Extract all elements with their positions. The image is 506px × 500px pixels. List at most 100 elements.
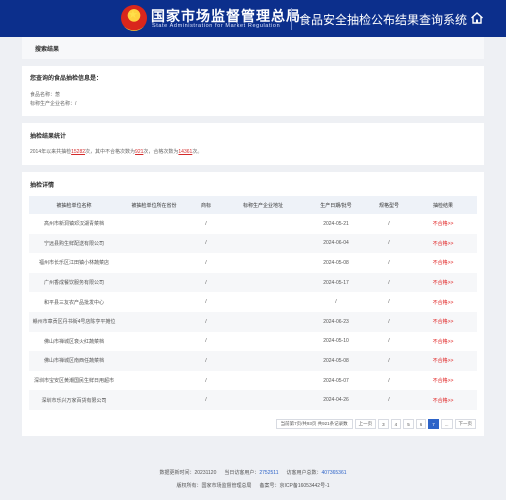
results-table: 被抽检单位名称 被抽检单位所在省份 商标 标称生产企业地址 生产日期/批号 规格型号 抽检结… [29, 196, 477, 410]
result-link[interactable]: 不合格>> [409, 292, 477, 312]
table-cell: / [388, 338, 390, 345]
table-row: 福州市长乐区江田镇小林蔬菜店 / 2024-05-08 / 不合格>> [29, 253, 477, 273]
table-cell: / [205, 220, 207, 227]
column-header: 被抽检单位所在省份 [131, 202, 177, 209]
table-cell: / [205, 299, 207, 306]
table-cell: 2024-05-21 [323, 220, 349, 227]
table-cell: 深圳市宝安区黄潮国民生鲜日用超市 [33, 378, 114, 385]
table-cell: / [205, 279, 207, 286]
table-cell [119, 234, 189, 254]
table-cell: / [335, 299, 337, 306]
today-visitors-value: 2752511 [259, 470, 279, 476]
prev-page-button[interactable]: 上一页 [354, 419, 377, 429]
table-header-row: 被抽检单位名称 被抽检单位所在省份 商标 标称生产企业地址 生产日期/批号 规格型号 抽检结… [29, 196, 477, 214]
page-button[interactable]: 7 [428, 419, 439, 429]
result-link[interactable]: 不合格>> [409, 312, 477, 332]
table-cell: / [388, 220, 390, 227]
result-link[interactable]: 不合格>> [409, 253, 477, 273]
table-cell: / [205, 397, 207, 404]
table-row: 广州香成餐饮服务有限公司 / 2024-05-17 / 不合格>> [29, 272, 477, 293]
system-title: 食品安全抽检公布结果查询系统 [299, 13, 468, 27]
table-cell: / [388, 357, 390, 364]
table-cell [119, 214, 189, 234]
table-cell [223, 371, 303, 391]
total-count[interactable]: 15282 [71, 149, 85, 155]
producer-name: 标称生产企业名称：/ [30, 101, 77, 107]
icp-number[interactable]: 备案号：京ICP备16053442号-1 [259, 483, 329, 489]
table-cell: / [388, 299, 390, 306]
table-cell: / [205, 240, 207, 247]
table-cell: 宁远县购生鲜配送有限公司 [43, 240, 104, 247]
table-cell: / [388, 318, 390, 325]
result-link[interactable]: 不合格>> [409, 390, 477, 410]
today-visitors-label: 当日访客用户： [224, 470, 260, 476]
total-visitors-label: 访客用户总数： [286, 470, 322, 476]
table-cell: / [205, 357, 207, 364]
site-footer: 数据更新时间：20231120 当日访客用户：2752511 访客用户总数：4073… [0, 467, 506, 493]
table-cell: 佛山市禅城区南西任蔬菜档 [43, 358, 104, 365]
table-row: 深圳市宝安区黄潮国民生鲜日用超市 / 2024-05-07 / 不合格>> [29, 371, 477, 391]
pagination: 当前第7页/共93页 共921条记录数 上一页 3 4 5 6 7... 下一页 [275, 419, 476, 429]
total-visitors-value: 407365361 [321, 470, 347, 476]
detail-card: 抽检详情 被抽检单位名称 被抽检单位所在省份 商标 标称生产企业地址 生产日期/批号 规格… [22, 172, 484, 436]
table-cell [119, 292, 189, 312]
table-cell: 深圳市乐兴万家百货有限公司 [41, 397, 107, 404]
table-cell: / [388, 397, 390, 404]
query-info-card: 您查询的食品抽检信息是： 食品名称：葱 标称生产企业名称：/ [22, 66, 484, 116]
footer-copyright-line: 版权所有：国家市场监督管理总局 备案号：京ICP备16053442号-1 [0, 480, 506, 493]
page-button[interactable]: 6 [415, 419, 427, 429]
table-row: 佛山市禅城区南西任蔬菜档 / 2024-05-08 / 不合格>> [29, 351, 477, 371]
site-header: ★ 国家市场监督管理总局 State Administration for Ma… [0, 0, 506, 37]
stats-text: 2014年以来共抽检15282次，其中不合格次数为921次，合格次数为14361… [30, 148, 202, 155]
org-name-en: State Administration for Market Regulati… [152, 23, 281, 29]
table-cell: 2024-04-26 [323, 397, 349, 404]
table-cell [223, 292, 303, 312]
table-cell: 2024-05-07 [323, 377, 349, 384]
table-row: 宁远县购生鲜配送有限公司 / 2024-06-04 / 不合格>> [29, 233, 477, 254]
table-cell: 2024-05-17 [323, 279, 349, 286]
next-page-button[interactable]: 下一页 [454, 419, 476, 429]
table-cell [223, 390, 303, 410]
table-cell [119, 332, 189, 352]
table-cell: / [388, 259, 390, 266]
stats-card: 抽检结果统计 2014年以来共抽检15282次，其中不合格次数为921次，合格次… [22, 123, 484, 165]
home-icon[interactable] [470, 11, 484, 25]
table-cell: 2024-05-10 [323, 338, 349, 345]
page-button[interactable]: 5 [403, 419, 414, 429]
table-cell: / [388, 377, 390, 384]
stats-suffix: 次。 [192, 149, 203, 155]
table-cell [119, 371, 189, 391]
column-header: 抽检结果 [432, 202, 453, 209]
table-cell [119, 273, 189, 293]
stats-title: 抽检结果统计 [30, 134, 67, 140]
table-row: 高州市新洞镇邓汉湖青菜档 / 2024-05-21 / 不合格>> [29, 214, 477, 234]
table-cell: / [205, 377, 207, 384]
result-link[interactable]: 不合格>> [409, 273, 477, 293]
pagination-info: 当前第7页/共93页 共921条记录数 [275, 419, 353, 429]
page-button[interactable]: 3 [378, 419, 389, 429]
update-value: 20231120 [194, 470, 217, 476]
result-link[interactable]: 不合格>> [409, 234, 477, 254]
table-cell: 佛山市禅城区衰火红蔬菜档 [43, 338, 104, 345]
result-link[interactable]: 不合格>> [409, 371, 477, 391]
table-cell: 2024-06-04 [323, 240, 349, 247]
stats-prefix: 2014年以来共抽检 [30, 149, 72, 155]
table-cell: / [388, 279, 390, 286]
result-link[interactable]: 不合格>> [409, 351, 477, 371]
table-cell [223, 351, 303, 371]
table-cell [223, 273, 303, 293]
pass-count[interactable]: 14361 [178, 149, 192, 155]
result-link[interactable]: 不合格>> [409, 332, 477, 352]
page-button[interactable]: ... [440, 419, 453, 429]
table-cell: 高州市新洞镇邓汉湖青菜档 [43, 221, 104, 228]
search-result-bar: 搜索结果 [22, 37, 484, 59]
table-cell: / [205, 259, 207, 266]
copyright: 版权所有：国家市场监督管理总局 [176, 483, 252, 489]
column-header: 被抽检单位名称 [56, 202, 92, 209]
table-cell [223, 234, 303, 254]
result-link[interactable]: 不合格>> [409, 214, 477, 234]
page-button[interactable]: 4 [390, 419, 402, 429]
table-cell: 福州市长乐区江田镇小林蔬菜店 [38, 260, 109, 267]
search-result-label: 搜索结果 [35, 47, 60, 53]
column-header: 标称生产企业地址 [242, 202, 283, 209]
